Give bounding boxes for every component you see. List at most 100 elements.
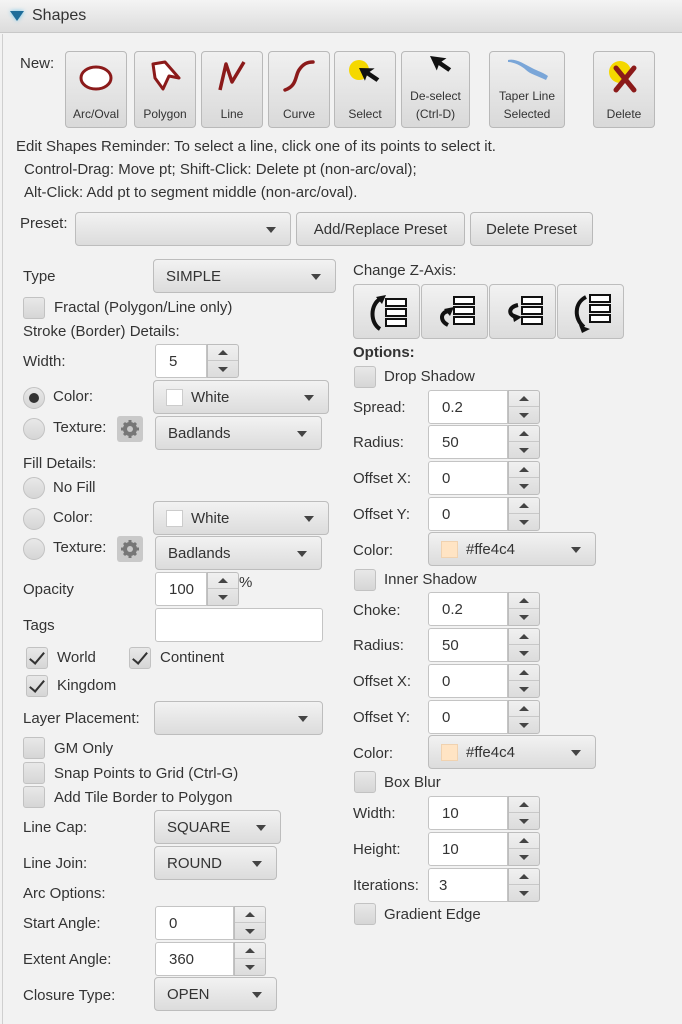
- decrement-arrow-icon[interactable]: [208, 590, 238, 606]
- bring-forward-button[interactable]: [421, 284, 488, 339]
- line-button[interactable]: Line: [201, 51, 263, 128]
- decrement-arrow-icon[interactable]: [509, 408, 539, 424]
- fill-texture-radio[interactable]: [23, 538, 45, 560]
- ds-color-picker[interactable]: #ffe4c4: [428, 532, 596, 566]
- opacity-spinner[interactable]: 100: [155, 572, 239, 606]
- closure-type-dropdown[interactable]: OPEN: [154, 977, 277, 1011]
- increment-arrow-icon[interactable]: [509, 426, 539, 442]
- curve-button[interactable]: Curve: [268, 51, 330, 128]
- decrement-arrow-icon[interactable]: [509, 610, 539, 626]
- is-offset-y-spinner[interactable]: 0: [428, 700, 540, 734]
- increment-arrow-icon[interactable]: [509, 665, 539, 681]
- send-backward-button[interactable]: [489, 284, 556, 339]
- box-blur-checkbox[interactable]: [354, 771, 376, 793]
- ds-spread-input[interactable]: 0.2: [428, 390, 508, 424]
- increment-arrow-icon[interactable]: [509, 391, 539, 407]
- fill-color-dropdown[interactable]: White: [153, 501, 329, 535]
- decrement-arrow-icon[interactable]: [509, 479, 539, 495]
- is-radius-spinner[interactable]: 50: [428, 628, 540, 662]
- snap-to-grid-checkbox[interactable]: [23, 762, 45, 784]
- tile-border-checkbox[interactable]: [23, 786, 45, 808]
- increment-arrow-icon[interactable]: [208, 573, 238, 589]
- arc-oval-button[interactable]: Arc/Oval: [65, 51, 127, 128]
- increment-arrow-icon[interactable]: [509, 701, 539, 717]
- start-angle-input[interactable]: 0: [155, 906, 234, 940]
- extent-angle-input[interactable]: 360: [155, 942, 234, 976]
- is-choke-spinner[interactable]: 0.2: [428, 592, 540, 626]
- bb-width-input[interactable]: 10: [428, 796, 508, 830]
- select-button[interactable]: Select: [334, 51, 396, 128]
- decrement-arrow-icon[interactable]: [509, 850, 539, 866]
- is-offset-x-spinner[interactable]: 0: [428, 664, 540, 698]
- gear-icon[interactable]: [117, 416, 143, 442]
- increment-arrow-icon[interactable]: [509, 869, 539, 885]
- stroke-width-spinner[interactable]: 5: [155, 344, 239, 378]
- inner-shadow-checkbox[interactable]: [354, 569, 376, 591]
- increment-arrow-icon[interactable]: [509, 462, 539, 478]
- increment-arrow-icon[interactable]: [509, 797, 539, 813]
- decrement-arrow-icon[interactable]: [509, 718, 539, 734]
- decrement-arrow-icon[interactable]: [509, 646, 539, 662]
- is-radius-input[interactable]: 50: [428, 628, 508, 662]
- stroke-width-input[interactable]: 5: [155, 344, 207, 378]
- ds-radius-input[interactable]: 50: [428, 425, 508, 459]
- delete-button[interactable]: Delete: [593, 51, 655, 128]
- gradient-edge-checkbox[interactable]: [354, 903, 376, 925]
- stroke-color-dropdown[interactable]: White: [153, 380, 329, 414]
- extent-angle-spinner[interactable]: 360: [155, 942, 266, 976]
- ds-radius-spinner[interactable]: 50: [428, 425, 540, 459]
- decrement-arrow-icon[interactable]: [235, 924, 265, 940]
- preset-dropdown[interactable]: [75, 212, 291, 246]
- bb-iterations-spinner[interactable]: 3: [428, 868, 540, 902]
- deselect-button[interactable]: De-select (Ctrl-D): [401, 51, 470, 128]
- decrement-arrow-icon[interactable]: [509, 886, 539, 902]
- bb-height-input[interactable]: 10: [428, 832, 508, 866]
- gm-only-checkbox[interactable]: [23, 737, 45, 759]
- taper-line-button[interactable]: Taper Line Selected: [489, 51, 565, 128]
- increment-arrow-icon[interactable]: [235, 907, 265, 923]
- type-dropdown[interactable]: SIMPLE: [153, 259, 336, 293]
- line-cap-dropdown[interactable]: SQUARE: [154, 810, 281, 844]
- send-to-back-button[interactable]: [557, 284, 624, 339]
- decrement-arrow-icon[interactable]: [509, 682, 539, 698]
- bb-iterations-input[interactable]: 3: [428, 868, 508, 902]
- fill-color-radio[interactable]: [23, 508, 45, 530]
- triangle-down-icon[interactable]: [10, 11, 24, 21]
- decrement-arrow-icon[interactable]: [208, 362, 238, 378]
- fractal-checkbox[interactable]: [23, 297, 45, 319]
- ds-offset-y-spinner[interactable]: 0: [428, 497, 540, 531]
- increment-arrow-icon[interactable]: [509, 629, 539, 645]
- decrement-arrow-icon[interactable]: [235, 960, 265, 976]
- increment-arrow-icon[interactable]: [509, 498, 539, 514]
- decrement-arrow-icon[interactable]: [509, 515, 539, 531]
- stroke-texture-radio[interactable]: [23, 418, 45, 440]
- opacity-input[interactable]: 100: [155, 572, 207, 606]
- ds-offset-x-input[interactable]: 0: [428, 461, 508, 495]
- bb-width-spinner[interactable]: 10: [428, 796, 540, 830]
- stroke-color-radio[interactable]: [23, 387, 45, 409]
- stroke-texture-dropdown[interactable]: Badlands: [155, 416, 322, 450]
- increment-arrow-icon[interactable]: [509, 833, 539, 849]
- is-color-picker[interactable]: #ffe4c4: [428, 735, 596, 769]
- gear-icon[interactable]: [117, 536, 143, 562]
- ds-spread-spinner[interactable]: 0.2: [428, 390, 540, 424]
- no-fill-radio[interactable]: [23, 477, 45, 499]
- delete-preset-button[interactable]: Delete Preset: [470, 212, 593, 246]
- line-join-dropdown[interactable]: ROUND: [154, 846, 277, 880]
- shapes-panel-header[interactable]: Shapes: [0, 0, 682, 33]
- fill-texture-dropdown[interactable]: Badlands: [155, 536, 322, 570]
- kingdom-checkbox[interactable]: [26, 675, 48, 697]
- decrement-arrow-icon[interactable]: [509, 814, 539, 830]
- bb-height-spinner[interactable]: 10: [428, 832, 540, 866]
- add-replace-preset-button[interactable]: Add/Replace Preset: [296, 212, 465, 246]
- start-angle-spinner[interactable]: 0: [155, 906, 266, 940]
- tags-input[interactable]: [155, 608, 323, 642]
- is-choke-input[interactable]: 0.2: [428, 592, 508, 626]
- world-checkbox[interactable]: [26, 647, 48, 669]
- ds-offset-y-input[interactable]: 0: [428, 497, 508, 531]
- continent-checkbox[interactable]: [129, 647, 151, 669]
- layer-placement-dropdown[interactable]: [154, 701, 323, 735]
- drop-shadow-checkbox[interactable]: [354, 366, 376, 388]
- is-offset-y-input[interactable]: 0: [428, 700, 508, 734]
- polygon-button[interactable]: Polygon: [134, 51, 196, 128]
